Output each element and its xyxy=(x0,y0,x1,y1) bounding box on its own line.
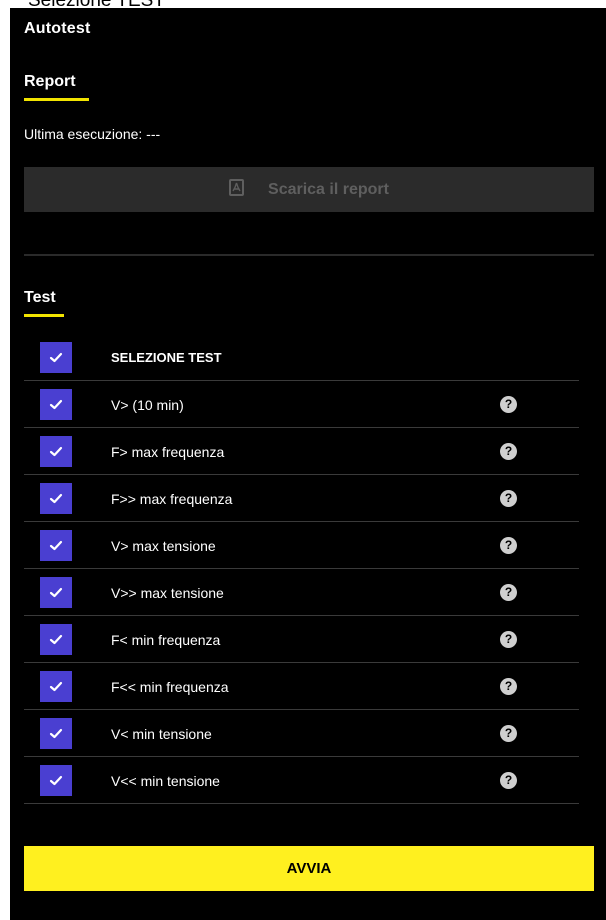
test-title-underline xyxy=(24,314,64,317)
test-label: F<< min frequenza xyxy=(111,678,229,695)
test-label: F>> max frequenza xyxy=(111,490,233,507)
check-icon xyxy=(49,446,63,457)
test-label: V<< min tensione xyxy=(111,772,220,789)
test-row: F<< min frequenza? xyxy=(24,663,579,710)
test-row: V< min tensione? xyxy=(24,710,579,757)
check-icon xyxy=(49,775,63,786)
check-icon xyxy=(49,540,63,551)
test-row: F> max frequenza? xyxy=(24,428,579,475)
test-checkbox[interactable] xyxy=(40,389,72,420)
report-section-title: Report xyxy=(24,73,76,90)
test-label: V< min tensione xyxy=(111,725,212,742)
test-label: F< min frequenza xyxy=(111,631,221,648)
test-checkbox[interactable] xyxy=(40,671,72,702)
test-row: F< min frequenza? xyxy=(24,616,579,663)
section-divider xyxy=(24,254,594,256)
select-all-label: SELEZIONE TEST xyxy=(111,350,222,365)
app-title: Autotest xyxy=(24,20,91,37)
check-icon xyxy=(49,728,63,739)
help-icon[interactable]: ? xyxy=(500,490,517,507)
check-icon xyxy=(49,352,63,363)
test-checkbox[interactable] xyxy=(40,530,72,561)
pdf-file-icon xyxy=(229,178,245,201)
check-icon xyxy=(49,587,63,598)
test-label: F> max frequenza xyxy=(111,443,225,460)
test-label: V> max tensione xyxy=(111,537,216,554)
select-all-checkbox[interactable] xyxy=(40,342,72,373)
test-section-title: Test xyxy=(24,289,56,306)
check-icon xyxy=(49,634,63,645)
test-checkbox[interactable] xyxy=(40,765,72,796)
test-row: V> (10 min)? xyxy=(24,381,579,428)
check-icon xyxy=(49,681,63,692)
select-all-row: SELEZIONE TEST xyxy=(24,334,579,381)
help-icon[interactable]: ? xyxy=(500,396,517,413)
report-title-underline xyxy=(24,98,89,101)
test-checkbox[interactable] xyxy=(40,577,72,608)
test-checkbox[interactable] xyxy=(40,624,72,655)
test-row: V<< min tensione? xyxy=(24,757,579,804)
last-run-text: Ultima esecuzione: --- xyxy=(24,126,161,142)
download-report-button[interactable]: Scarica il report xyxy=(24,167,594,212)
check-icon xyxy=(49,493,63,504)
help-icon[interactable]: ? xyxy=(500,443,517,460)
help-icon[interactable]: ? xyxy=(500,772,517,789)
help-icon[interactable]: ? xyxy=(500,584,517,601)
help-icon[interactable]: ? xyxy=(500,725,517,742)
test-checkbox[interactable] xyxy=(40,718,72,749)
check-icon xyxy=(49,399,63,410)
test-label: V>> max tensione xyxy=(111,584,224,601)
test-row: V>> max tensione? xyxy=(24,569,579,616)
help-icon[interactable]: ? xyxy=(500,678,517,695)
autotest-panel: Autotest Report Ultima esecuzione: --- S… xyxy=(10,8,606,920)
help-icon[interactable]: ? xyxy=(500,537,517,554)
download-report-label: Scarica il report xyxy=(268,180,389,198)
help-icon[interactable]: ? xyxy=(500,631,517,648)
test-checkbox[interactable] xyxy=(40,436,72,467)
test-row: F>> max frequenza? xyxy=(24,475,579,522)
test-label: V> (10 min) xyxy=(111,396,184,413)
test-row: V> max tensione? xyxy=(24,522,579,569)
start-button[interactable]: AVVIA xyxy=(24,846,594,891)
test-checkbox[interactable] xyxy=(40,483,72,514)
